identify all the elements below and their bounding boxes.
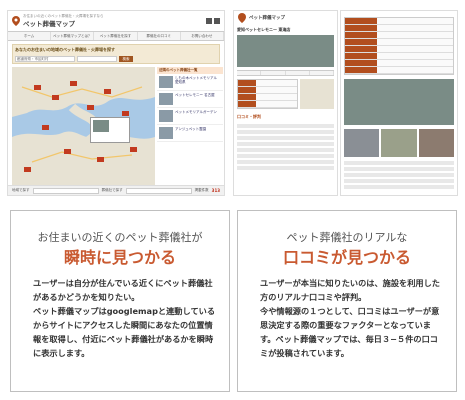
company-label: 葬儀社で探す xyxy=(101,188,123,192)
site-header: お住まいの近くのペット葬儀社・火葬場を探すなら ペット葬儀マップ xyxy=(8,11,224,31)
count-label: 掲載件数 xyxy=(194,188,209,192)
main-nav: ホーム ペット葬儀マップとは？ ペット葬儀社を探す 葬儀社の口コミ お問い合わせ xyxy=(8,31,224,41)
list-item[interactable]: アンジュペット霊園 xyxy=(157,125,223,142)
list-item[interactable]: ペットセレモニー 名古屋 xyxy=(157,91,223,108)
tab-item[interactable] xyxy=(310,71,334,75)
photo-gallery xyxy=(344,129,454,157)
social-icons xyxy=(206,18,220,24)
feature-body: ユーザーは自分が住んでいる近くにペット葬儀社があるかどうかを知りたい。 ペット葬… xyxy=(33,276,219,360)
pricing-table xyxy=(344,17,454,75)
facility-thumbnail xyxy=(159,76,173,88)
feature-subtitle: お住まいの近くのペット葬儀社が xyxy=(37,231,203,244)
facility-photo xyxy=(237,35,334,67)
city-select[interactable] xyxy=(77,56,117,62)
area-field[interactable] xyxy=(32,187,99,194)
feature-paragraph: ペット葬儀マップはgooglemapと連動しているからサイトにアクセスした瞬間に… xyxy=(33,306,216,358)
feature-subtitle: ペット葬儀社のリアルな xyxy=(286,231,408,244)
facility-info-table xyxy=(237,79,298,109)
nav-item[interactable]: ペット葬儀マップとは？ xyxy=(51,32,95,40)
facility-thumbnail xyxy=(159,93,173,105)
area-label: 地域で探す xyxy=(12,188,30,192)
gallery-thumb[interactable] xyxy=(344,129,380,157)
map-pin-icon xyxy=(238,13,246,23)
area-select[interactable]: 都道府県・市区町村 xyxy=(15,56,75,62)
nearby-list: 近隣のペット葬儀社一覧 しもの木ペットメモリアル 愛知県 ペットセレモニー 名古… xyxy=(157,67,223,185)
tab-item[interactable] xyxy=(286,71,310,75)
map-marker-icon[interactable] xyxy=(70,81,77,86)
facility-photo-large xyxy=(344,79,454,125)
detail-tabs xyxy=(237,70,334,76)
gallery-thumb[interactable] xyxy=(418,129,454,157)
map-marker-icon[interactable] xyxy=(130,147,137,152)
map-marker-icon[interactable] xyxy=(52,95,59,100)
facility-map[interactable] xyxy=(300,79,334,109)
map-marker-icon[interactable] xyxy=(24,167,31,172)
feature-paragraph: 今や情報源の１つとして、口コミはユーザーが意思決定する際の重要なファクターとなっ… xyxy=(260,306,440,358)
map-marker-icon[interactable] xyxy=(104,89,111,94)
feature-panel-reviews: ペット葬儀社のリアルな 口コミが見つかる ユーザーが本当に知りたいのは、施設を利… xyxy=(237,210,457,392)
listing-count: 313 xyxy=(211,188,221,193)
feature-panel-nearby: お住まいの近くのペット葬儀社が 瞬時に見つかる ユーザーは自分が住んでいる近くに… xyxy=(10,210,230,392)
tab-item[interactable] xyxy=(237,71,262,75)
nav-item[interactable]: お問い合わせ xyxy=(181,32,224,40)
review-lines xyxy=(234,124,337,170)
company-field[interactable] xyxy=(125,187,192,194)
map-marker-icon[interactable] xyxy=(122,111,129,116)
review-heading: 口コミ・評判 xyxy=(237,114,261,119)
map-marker-icon[interactable] xyxy=(64,149,71,154)
map-marker-icon[interactable] xyxy=(97,157,104,162)
nav-item[interactable]: ホーム xyxy=(8,32,52,40)
twitter-icon[interactable] xyxy=(214,18,220,24)
gallery-thumb[interactable] xyxy=(381,129,417,157)
facility-thumbnail xyxy=(159,127,173,139)
feature-paragraph: ユーザーが本当に知りたいのは、施設を利用した方のリアルナ口コミや評判。 xyxy=(260,278,440,302)
feature-heading: 瞬時に見つかる xyxy=(63,248,176,267)
list-item[interactable]: ペットメモリアルガーデン xyxy=(157,108,223,125)
search-button[interactable]: 検索 xyxy=(119,56,133,62)
map-marker-icon[interactable] xyxy=(87,105,94,110)
facility-title: 愛知ペットセレモニー 東海店 xyxy=(237,27,291,32)
map-marker-icon[interactable] xyxy=(42,125,49,130)
detail-page-screenshot: ペット葬儀マップ 愛知ペットセレモニー 東海店 口コミ・評判 xyxy=(233,10,338,196)
map-marker-icon[interactable] xyxy=(34,85,41,90)
map-pin-icon xyxy=(12,16,20,26)
site-logo[interactable]: ペット葬儀マップ xyxy=(249,15,285,21)
tab-item[interactable] xyxy=(261,71,286,75)
feature-body: ユーザーが本当に知りたいのは、施設を利用した方のリアルナ口コミや評判。 今や情報… xyxy=(260,276,446,360)
nav-item[interactable]: 葬儀社の口コミ xyxy=(138,32,181,40)
map-popup xyxy=(90,117,130,143)
detail-lines xyxy=(341,161,457,189)
search-title: あなたのお住まいの地域のペット葬儀社・火葬場を探す xyxy=(15,47,115,52)
google-map[interactable] xyxy=(12,67,155,185)
detail-page-screenshot-2 xyxy=(340,10,458,196)
nearby-list-title: 近隣のペット葬儀社一覧 xyxy=(157,67,223,74)
feature-heading: 口コミが見つかる xyxy=(282,248,411,267)
nav-item[interactable]: ペット葬儀社を探す xyxy=(94,32,138,40)
feature-paragraph: ユーザーは自分が住んでいる近くにペット葬儀社があるかどうかを知りたい。 xyxy=(33,278,213,302)
facebook-icon[interactable] xyxy=(206,18,212,24)
bottom-search-bar: 地域で探す 葬儀社で探す 掲載件数 313 xyxy=(8,185,224,195)
site-header: ペット葬儀マップ xyxy=(234,11,337,25)
map-page-screenshot: お住まいの近くのペット葬儀社・火葬場を探すなら ペット葬儀マップ ホーム ペット… xyxy=(7,10,225,196)
list-item[interactable]: しもの木ペットメモリアル 愛知県 xyxy=(157,74,223,91)
site-logo[interactable]: ペット葬儀マップ xyxy=(23,18,104,28)
facility-thumbnail xyxy=(159,110,173,122)
search-banner: あなたのお住まいの地域のペット葬儀社・火葬場を探す 都道府県・市区町村 検索 xyxy=(12,44,220,64)
